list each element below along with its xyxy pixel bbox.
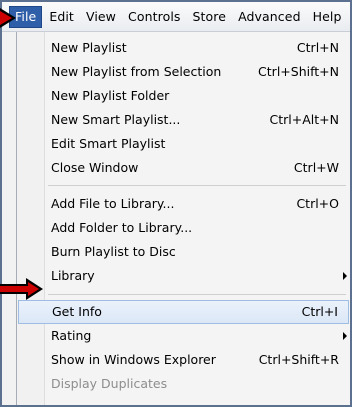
submenu-arrow-icon	[343, 332, 347, 340]
menu-item-label: Get Info	[52, 304, 102, 319]
menu-item-label: New Playlist	[51, 40, 127, 55]
menu-item-label: Rating	[51, 328, 92, 343]
menu-bar: File Edit View Controls Store Advanced H…	[2, 2, 350, 32]
menu-item-shortcut: Ctrl+O	[296, 196, 339, 211]
menu-item-shortcut: Ctrl+I	[301, 304, 338, 319]
menu-item-shortcut: Ctrl+Alt+N	[269, 112, 339, 127]
menu-item-label: New Playlist Folder	[51, 88, 170, 103]
menu-item-burn-playlist-to-disc[interactable]: Burn Playlist to Disc	[18, 240, 349, 264]
menu-item-edit-smart-playlist[interactable]: Edit Smart Playlist	[18, 132, 349, 156]
menu-item-label: Add File to Library...	[51, 196, 175, 211]
menu-item-label: Show in Windows Explorer	[51, 352, 216, 367]
menu-advanced[interactable]: Advanced	[233, 6, 306, 28]
menu-item-shortcut: Ctrl+Shift+R	[258, 352, 339, 367]
pointer-arrow-get-info	[0, 278, 43, 300]
menu-item-label: New Playlist from Selection	[51, 64, 222, 79]
menu-item-library[interactable]: Library	[18, 264, 349, 288]
menu-help[interactable]: Help	[308, 6, 347, 28]
menu-separator	[48, 294, 346, 295]
menu-item-label: Display Duplicates	[51, 376, 168, 391]
menu-item-new-playlist[interactable]: New Playlist Ctrl+N	[18, 36, 349, 60]
menu-item-add-file-to-library[interactable]: Add File to Library... Ctrl+O	[18, 192, 349, 216]
menu-separator	[48, 185, 346, 186]
menu-view[interactable]: View	[81, 6, 121, 28]
menu-item-shortcut: Ctrl+N	[296, 40, 339, 55]
menu-item-new-playlist-from-selection[interactable]: New Playlist from Selection Ctrl+Shift+N	[18, 60, 349, 84]
menu-edit[interactable]: Edit	[44, 6, 79, 28]
menu-item-label: Library	[51, 268, 95, 283]
menu-item-new-smart-playlist[interactable]: New Smart Playlist... Ctrl+Alt+N	[18, 108, 349, 132]
submenu-arrow-icon	[343, 272, 347, 280]
menu-item-shortcut: Ctrl+W	[293, 160, 339, 175]
menu-item-new-playlist-folder[interactable]: New Playlist Folder	[18, 84, 349, 108]
menu-item-show-in-windows-explorer[interactable]: Show in Windows Explorer Ctrl+Shift+R	[18, 348, 349, 372]
menu-item-close-window[interactable]: Close Window Ctrl+W	[18, 156, 349, 180]
menu-controls[interactable]: Controls	[123, 6, 186, 28]
menu-item-get-info[interactable]: Get Info Ctrl+I	[18, 300, 349, 324]
menu-item-label: Add Folder to Library...	[51, 220, 193, 235]
menu-store[interactable]: Store	[188, 6, 232, 28]
file-menu-dropdown: New Playlist Ctrl+N New Playlist from Se…	[16, 32, 350, 405]
menu-item-shortcut: Ctrl+Shift+N	[258, 64, 339, 79]
menu-item-rating[interactable]: Rating	[18, 324, 349, 348]
menu-item-add-folder-to-library[interactable]: Add Folder to Library...	[18, 216, 349, 240]
menu-item-display-duplicates: Display Duplicates	[18, 372, 349, 396]
menu-item-label: Burn Playlist to Disc	[51, 244, 176, 259]
menu-item-label: Edit Smart Playlist	[51, 136, 166, 151]
pointer-arrow-file-menu	[0, 8, 16, 28]
menu-item-label: New Smart Playlist...	[51, 112, 181, 127]
menu-item-label: Close Window	[51, 160, 139, 175]
